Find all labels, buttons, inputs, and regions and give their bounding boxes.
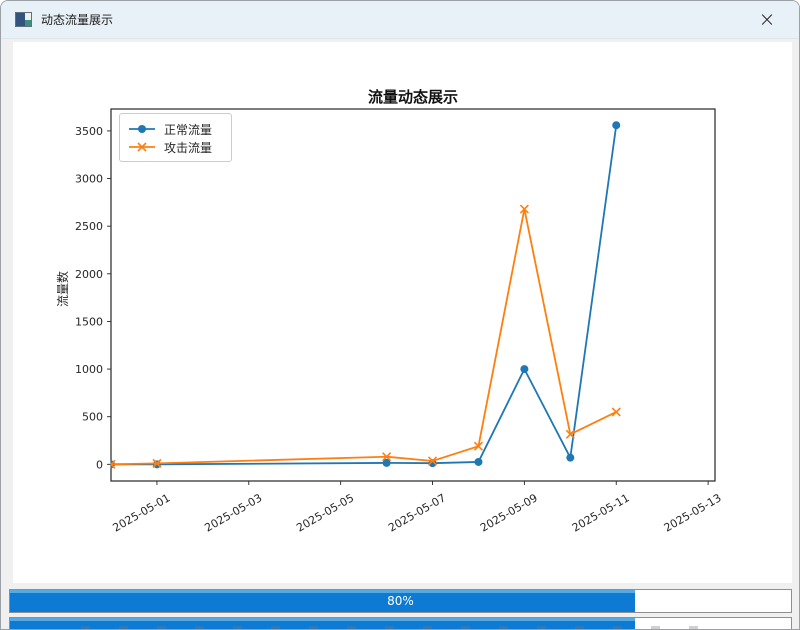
- svg-text:3500: 3500: [75, 125, 103, 138]
- app-window: 动态流量展示 × 流量动态展示 流量数 2025-05-01 2025-05-03…: [0, 0, 800, 630]
- svg-text:0: 0: [96, 458, 103, 471]
- progress-label: 80%: [387, 594, 414, 608]
- svg-text:2500: 2500: [75, 220, 103, 233]
- chart-title: 流量动态展示: [367, 88, 458, 106]
- svg-text:2025-05-09: 2025-05-09: [478, 491, 540, 534]
- svg-text:1000: 1000: [75, 363, 103, 376]
- svg-text:1500: 1500: [75, 315, 103, 328]
- svg-text:2025-05-05: 2025-05-05: [294, 491, 356, 534]
- app-icon: [15, 12, 32, 27]
- legend-label: 攻击流量: [164, 140, 213, 155]
- clipped-bottom-content: [81, 626, 721, 629]
- window-title: 动态流量展示: [41, 13, 114, 27]
- svg-text:2025-05-11: 2025-05-11: [570, 491, 632, 534]
- svg-text:2025-05-07: 2025-05-07: [386, 491, 448, 534]
- progress-bar: 80%: [9, 589, 792, 613]
- window-titlebar[interactable]: 动态流量展示: [1, 1, 799, 39]
- svg-text:2025-05-03: 2025-05-03: [202, 491, 264, 534]
- legend-label: 正常流量: [164, 122, 213, 137]
- svg-text:2000: 2000: [75, 268, 103, 281]
- svg-text:500: 500: [82, 411, 103, 424]
- chart-legend: 正常流量 攻击流量: [119, 113, 232, 162]
- close-button[interactable]: ×: [753, 8, 781, 32]
- y-axis-label: 流量数: [56, 271, 70, 308]
- line-x-marker-icon: [129, 142, 155, 152]
- line-circle-marker-icon: [129, 125, 155, 133]
- legend-item-normal: 正常流量: [127, 120, 223, 138]
- svg-text:3000: 3000: [75, 173, 103, 186]
- svg-text:2025-05-13: 2025-05-13: [662, 491, 724, 534]
- chart-figure: 流量动态展示 流量数 2025-05-01 2025-05-03 2025-05-0…: [13, 42, 792, 583]
- svg-text:2025-05-01: 2025-05-01: [111, 491, 173, 534]
- legend-item-attack: 攻击流量: [127, 138, 223, 156]
